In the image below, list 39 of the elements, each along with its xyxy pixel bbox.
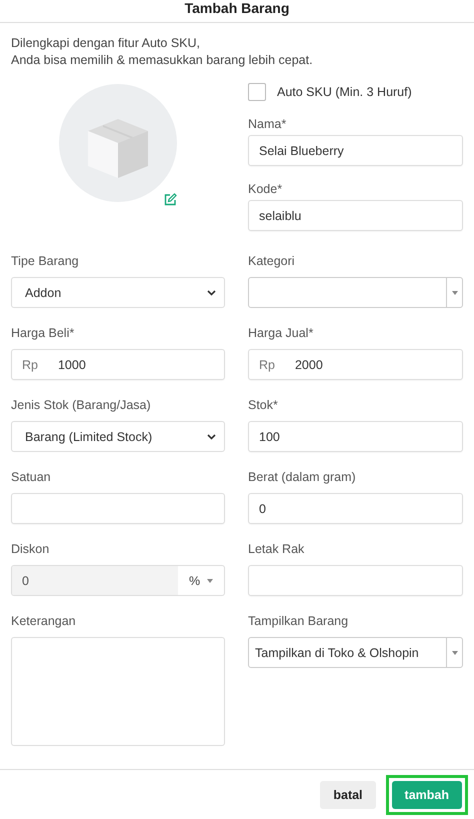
field-label: Letak Rak — [248, 542, 306, 558]
input-field[interactable]: Rp 1000 — [11, 349, 225, 380]
input-field[interactable]: selaiblu — [248, 200, 463, 231]
cancel-button[interactable]: batal — [320, 780, 376, 808]
field-label: Kode* — [248, 182, 284, 198]
field-label: Satuan — [11, 470, 52, 486]
field-label: Nama* — [248, 117, 288, 133]
input-field[interactable]: Rp 2000 — [248, 349, 463, 380]
intro-text: Dilengkapi dengan fitur Auto SKU, — [11, 35, 202, 52]
chevron-down-icon — [207, 290, 216, 296]
field-label: Harga Jual* — [248, 326, 314, 342]
select-field[interactable]: Addon — [11, 277, 225, 308]
chevron-down-icon — [207, 434, 216, 440]
intro-text: Anda bisa memilih & memasukkan barang lebih cepat. — [11, 52, 314, 69]
field-label: Kategori — [248, 254, 296, 270]
dropdown-field[interactable]: Tampilkan di Toko & Olshopin — [248, 637, 463, 668]
field-label: Keterangan — [11, 614, 77, 630]
input-field[interactable] — [248, 565, 463, 596]
field-label: Harga Beli* — [11, 326, 76, 342]
caret-icon — [452, 290, 458, 294]
product-image-placeholder[interactable] — [59, 84, 177, 202]
input-field[interactable]: Selai Blueberry — [248, 135, 463, 166]
input-field[interactable]: 100 — [248, 421, 463, 452]
field-label: Tipe Barang — [11, 254, 80, 270]
dialog-title: Tambah Barang — [184, 0, 290, 16]
caret-icon — [452, 650, 458, 654]
checkbox-label: Auto SKU (Min. 3 Huruf) — [277, 85, 412, 99]
dropdown-field[interactable] — [248, 277, 463, 308]
edit-icon[interactable] — [164, 193, 177, 206]
field-label: Jenis Stok (Barang/Jasa) — [11, 398, 152, 414]
field-label: Stok* — [248, 398, 279, 414]
field-label: Tampilkan Barang — [248, 614, 350, 630]
select-field[interactable]: Barang (Limited Stock) — [11, 421, 225, 452]
field-label: Berat (dalam gram) — [248, 470, 357, 486]
input-field[interactable] — [11, 493, 225, 524]
checkbox[interactable] — [248, 83, 266, 101]
field-label: Diskon — [11, 542, 50, 558]
input-field[interactable]: 0 — [248, 493, 463, 524]
text-area[interactable] — [11, 637, 225, 746]
